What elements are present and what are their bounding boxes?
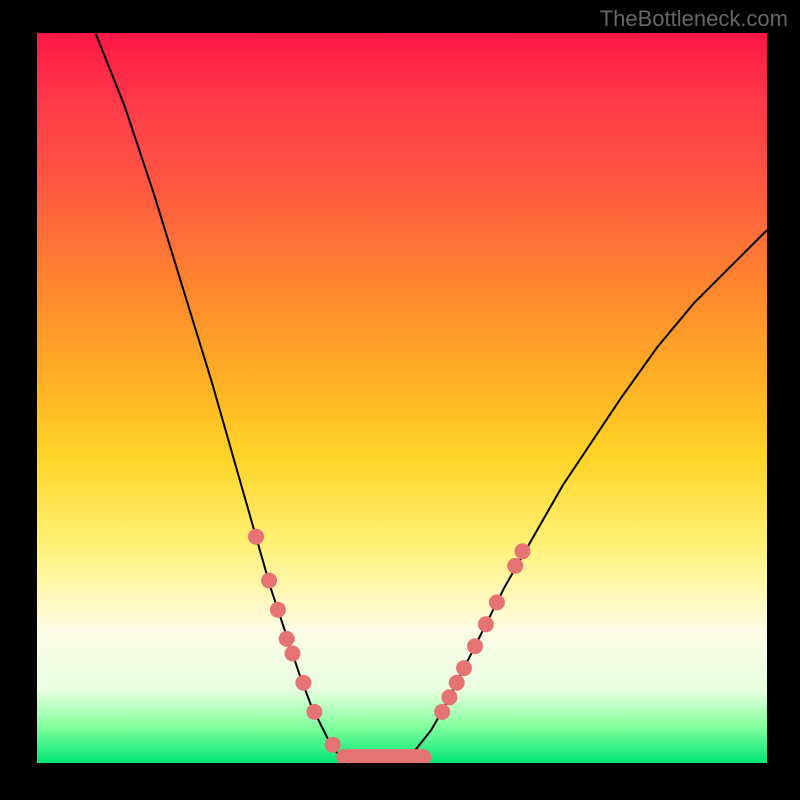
- marker-dot: [449, 675, 465, 691]
- marker-dot: [467, 638, 483, 654]
- marker-dot: [285, 646, 301, 662]
- marker-dot: [279, 631, 295, 647]
- frame-right: [767, 0, 800, 800]
- curve-group: [95, 33, 767, 762]
- frame-left: [0, 0, 37, 800]
- bottom-bar-rect: [336, 749, 431, 763]
- marker-dot: [325, 737, 341, 753]
- marker-dot: [248, 529, 264, 545]
- marker-dot: [270, 602, 286, 618]
- marker-dot: [261, 573, 277, 589]
- marker-dot: [478, 616, 494, 632]
- marker-dot: [507, 558, 523, 574]
- watermark-text: TheBottleneck.com: [600, 6, 788, 32]
- marker-dot: [456, 660, 472, 676]
- marker-dot: [434, 704, 450, 720]
- marker-dot: [489, 594, 505, 610]
- marker-group: [248, 529, 531, 753]
- bottom-bar: [336, 749, 431, 763]
- curve-curve-left: [95, 33, 351, 761]
- marker-dot: [515, 543, 531, 559]
- chart-svg: [37, 33, 767, 763]
- marker-dot: [306, 704, 322, 720]
- marker-dot: [441, 689, 457, 705]
- frame-bottom: [0, 763, 800, 800]
- marker-dot: [295, 675, 311, 691]
